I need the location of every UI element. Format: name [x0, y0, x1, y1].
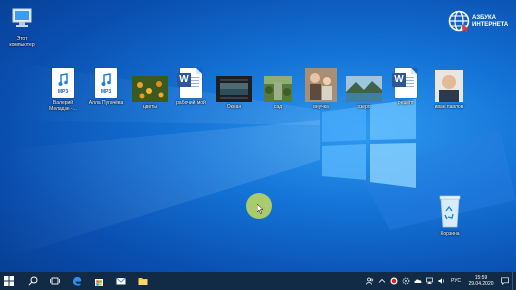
settings-gear-icon — [402, 277, 410, 285]
flowers-thumbnail — [132, 76, 168, 102]
image-file-icon[interactable]: цветы — [128, 76, 172, 110]
image-file-label: внучка — [313, 104, 329, 110]
mail-button[interactable] — [112, 272, 130, 290]
task-view-button[interactable] — [46, 272, 64, 290]
this-pc-icon[interactable]: Этот компьютер — [0, 8, 44, 48]
search-button[interactable] — [24, 272, 42, 290]
video-file-label: Океан — [226, 104, 242, 110]
windows-logo-icon — [4, 276, 14, 286]
edge-icon — [73, 276, 82, 286]
image-file-label: озеро — [357, 104, 371, 110]
portrait-thumbnail — [435, 70, 463, 102]
image-file-icon[interactable]: внучка — [299, 68, 343, 110]
trash-icon — [439, 195, 461, 228]
image-file-label: сад — [273, 104, 283, 110]
mp3-file-icon[interactable]: MP3 Алла Пугачёва — [84, 68, 128, 106]
mp3-file-label: Алла Пугачёва — [88, 100, 124, 106]
clock-date: 29.04.2020 — [468, 281, 494, 287]
word-file-label: рабочий мой — [176, 100, 206, 106]
video-file-icon[interactable]: Океан — [212, 76, 256, 110]
file-explorer-button[interactable] — [134, 272, 152, 290]
show-hidden-icons-button[interactable] — [376, 272, 388, 290]
image-file-label: иван павлов — [434, 104, 464, 110]
folder-icon — [138, 278, 148, 285]
cloud-icon — [414, 279, 422, 283]
input-language-button[interactable]: РУС — [448, 278, 464, 284]
logo-line-1: АЗБУКА — [472, 15, 496, 21]
word-file-icon[interactable]: W рабочий мой — [169, 68, 213, 106]
search-icon — [28, 276, 38, 286]
app-tray-button[interactable] — [400, 272, 412, 290]
action-center-button[interactable] — [498, 272, 512, 290]
people-button[interactable] — [364, 272, 376, 290]
people-icon — [366, 277, 374, 285]
audio-file-icon: MP3 — [52, 68, 74, 98]
image-file-icon[interactable]: иван павлов — [427, 70, 471, 110]
speaker-icon — [438, 278, 445, 284]
recording-indicator[interactable] — [388, 272, 400, 290]
record-icon — [390, 277, 398, 285]
this-pc-label: Этот компьютер — [9, 36, 35, 48]
logo-line-2: ИНТЕРНЕТА — [472, 22, 509, 28]
image-file-icon[interactable]: озеро — [342, 76, 386, 110]
word-file-label: рецепт — [397, 100, 415, 106]
word-document-icon: W — [392, 68, 417, 98]
ocean-thumbnail — [216, 76, 252, 102]
globe-icon — [448, 10, 470, 32]
recycle-bin-label: Корзина — [440, 231, 460, 237]
microsoft-store-button[interactable] — [90, 272, 108, 290]
family-thumbnail — [305, 68, 337, 102]
show-desktop-button[interactable] — [512, 272, 516, 290]
channel-logo: АЗБУКА ИНТЕРНЕТА — [448, 8, 514, 36]
word-document-icon: W — [177, 68, 202, 98]
mouse-pointer-icon — [257, 204, 264, 214]
network-icon — [426, 277, 433, 284]
image-file-label: цветы — [143, 104, 157, 110]
start-button[interactable] — [0, 272, 18, 290]
clock-button[interactable]: 15:59 29.04.2020 — [464, 275, 498, 287]
store-bag-icon — [95, 279, 103, 286]
network-button[interactable] — [424, 272, 436, 290]
notification-icon — [501, 277, 509, 285]
mp3-file-icon[interactable]: MP3 Валерий Меладзе -... — [41, 68, 85, 112]
mp3-badge: MP3 — [100, 89, 112, 95]
garden-thumbnail — [264, 76, 292, 102]
volume-button[interactable] — [436, 272, 448, 290]
image-file-icon[interactable]: сад — [256, 76, 300, 110]
recycle-bin-icon[interactable]: Корзина — [428, 193, 472, 237]
lake-thumbnail — [346, 76, 382, 102]
mp3-file-label: Валерий Меладзе -... — [49, 100, 77, 112]
word-file-icon[interactable]: W рецепт — [384, 68, 428, 106]
onedrive-button[interactable] — [412, 272, 424, 290]
mail-icon — [116, 277, 126, 285]
monitor-icon — [12, 8, 32, 27]
edge-browser-button[interactable] — [68, 272, 86, 290]
system-tray: РУС 15:59 29.04.2020 — [364, 272, 516, 290]
chevron-up-icon — [378, 278, 386, 283]
taskbar: РУС 15:59 29.04.2020 — [0, 272, 516, 290]
mp3-badge: MP3 — [57, 89, 69, 95]
audio-file-icon: MP3 — [95, 68, 117, 98]
task-view-icon — [50, 277, 60, 285]
